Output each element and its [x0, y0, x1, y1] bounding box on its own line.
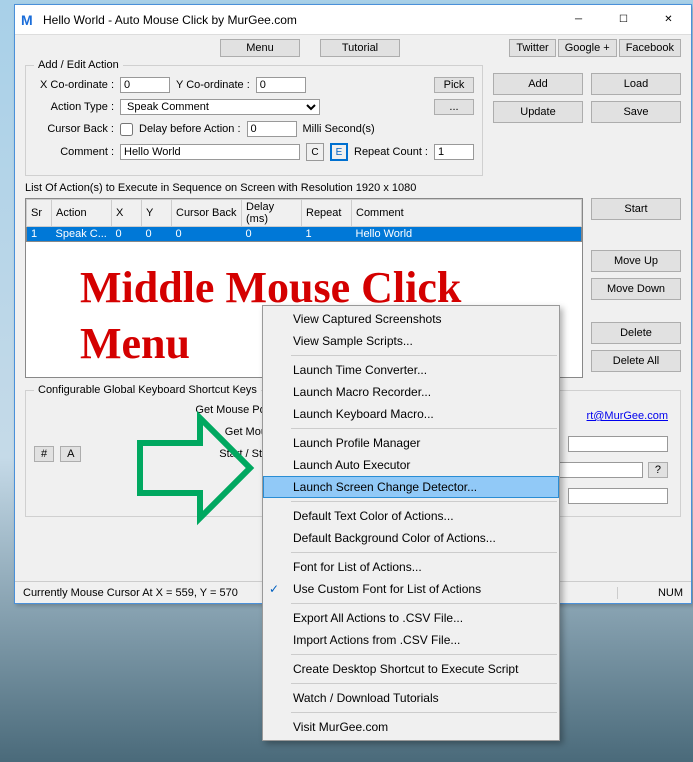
aux1[interactable] [568, 436, 668, 452]
y-label: Y Co-ordinate : [176, 79, 250, 91]
col-y[interactable]: Y [142, 200, 172, 227]
col-comment[interactable]: Comment [352, 200, 582, 227]
action-type-select[interactable]: Speak Comment [120, 99, 320, 115]
x-input[interactable] [120, 77, 170, 93]
menu-item[interactable]: View Captured Screenshots [263, 308, 559, 330]
menu-item[interactable]: Launch Keyboard Macro... [263, 403, 559, 425]
edit-action-legend: Add / Edit Action [34, 59, 123, 71]
menu-item[interactable]: Create Desktop Shortcut to Execute Scrip… [263, 658, 559, 680]
cursor-pos: Currently Mouse Cursor At X = 559, Y = 5… [23, 587, 238, 599]
load-button[interactable]: Load [591, 73, 681, 95]
menu-item[interactable]: Launch Time Converter... [263, 359, 559, 381]
movedown-button[interactable]: Move Down [591, 278, 681, 300]
app-icon: M [21, 12, 37, 28]
twitter-button[interactable]: Twitter [509, 39, 555, 57]
delay-input[interactable] [247, 121, 297, 137]
deleteall-button[interactable]: Delete All [591, 350, 681, 372]
num-indicator: NUM [617, 587, 683, 599]
delay-unit: Milli Second(s) [303, 123, 375, 135]
menu-item[interactable]: Use Custom Font for List of Actions✓ [263, 578, 559, 600]
col-delay[interactable]: Delay (ms) [242, 200, 302, 227]
delay-label: Delay before Action : [139, 123, 241, 135]
a-button[interactable]: A [60, 446, 81, 462]
comment-label: Comment : [34, 146, 114, 158]
q-button[interactable]: ? [648, 462, 668, 478]
titlebar: M Hello World - Auto Mouse Click by MurG… [15, 5, 691, 35]
menu-item[interactable]: Import Actions from .CSV File... [263, 629, 559, 651]
email-link[interactable]: rt@MurGee.com [587, 410, 668, 422]
col-repeat[interactable]: Repeat [302, 200, 352, 227]
e-button[interactable]: E [330, 143, 348, 161]
repeat-label: Repeat Count : [354, 146, 428, 158]
menu-item[interactable]: Launch Profile Manager [263, 432, 559, 454]
list-label: List Of Action(s) to Execute in Sequence… [25, 182, 681, 194]
more-button[interactable]: ... [434, 99, 474, 115]
comment-input[interactable] [120, 144, 300, 160]
cursor-back-label: Cursor Back : [34, 123, 114, 135]
aux3[interactable] [568, 488, 668, 504]
minimize-button[interactable]: ─ [556, 5, 601, 34]
col-sr[interactable]: Sr [27, 200, 52, 227]
pick-button[interactable]: Pick [434, 77, 474, 93]
facebook-button[interactable]: Facebook [619, 39, 681, 57]
menu-item[interactable]: View Sample Scripts... [263, 330, 559, 352]
window-title: Hello World - Auto Mouse Click by MurGee… [43, 13, 556, 27]
action-type-label: Action Type : [34, 101, 114, 113]
x-label: X Co-ordinate : [34, 79, 114, 91]
menu-button[interactable]: Menu [220, 39, 300, 57]
table-row[interactable]: 1Speak C...00 001Hello World [27, 227, 582, 242]
col-x[interactable]: X [112, 200, 142, 227]
close-button[interactable]: ✕ [646, 5, 691, 34]
menu-item[interactable]: Visit MurGee.com [263, 716, 559, 738]
repeat-input[interactable] [434, 144, 474, 160]
add-button[interactable]: Add [493, 73, 583, 95]
hash-button[interactable]: # [34, 446, 54, 462]
tutorial-button[interactable]: Tutorial [320, 39, 400, 57]
c-button[interactable]: C [306, 143, 324, 161]
menu-item[interactable]: Default Background Color of Actions... [263, 527, 559, 549]
col-action[interactable]: Action [52, 200, 112, 227]
menu-item[interactable]: Font for List of Actions... [263, 556, 559, 578]
update-button[interactable]: Update [493, 101, 583, 123]
menu-item[interactable]: Launch Auto Executor [263, 454, 559, 476]
context-menu: View Captured ScreenshotsView Sample Scr… [262, 305, 560, 741]
google-button[interactable]: Google + [558, 39, 617, 57]
delete-button[interactable]: Delete [591, 322, 681, 344]
col-cb[interactable]: Cursor Back [172, 200, 242, 227]
edit-action-group: Add / Edit Action X Co-ordinate : Y Co-o… [25, 59, 483, 176]
menu-item[interactable]: Default Text Color of Actions... [263, 505, 559, 527]
menu-item[interactable]: Export All Actions to .CSV File... [263, 607, 559, 629]
moveup-button[interactable]: Move Up [591, 250, 681, 272]
start-button[interactable]: Start [591, 198, 681, 220]
shortcuts-legend: Configurable Global Keyboard Shortcut Ke… [34, 384, 261, 396]
cursor-back-checkbox[interactable] [120, 123, 133, 136]
save-button[interactable]: Save [591, 101, 681, 123]
check-icon: ✓ [269, 582, 279, 596]
y-input[interactable] [256, 77, 306, 93]
menu-item[interactable]: Launch Screen Change Detector... [263, 476, 559, 498]
menu-item[interactable]: Launch Macro Recorder... [263, 381, 559, 403]
menu-item[interactable]: Watch / Download Tutorials [263, 687, 559, 709]
maximize-button[interactable]: ☐ [601, 5, 646, 34]
